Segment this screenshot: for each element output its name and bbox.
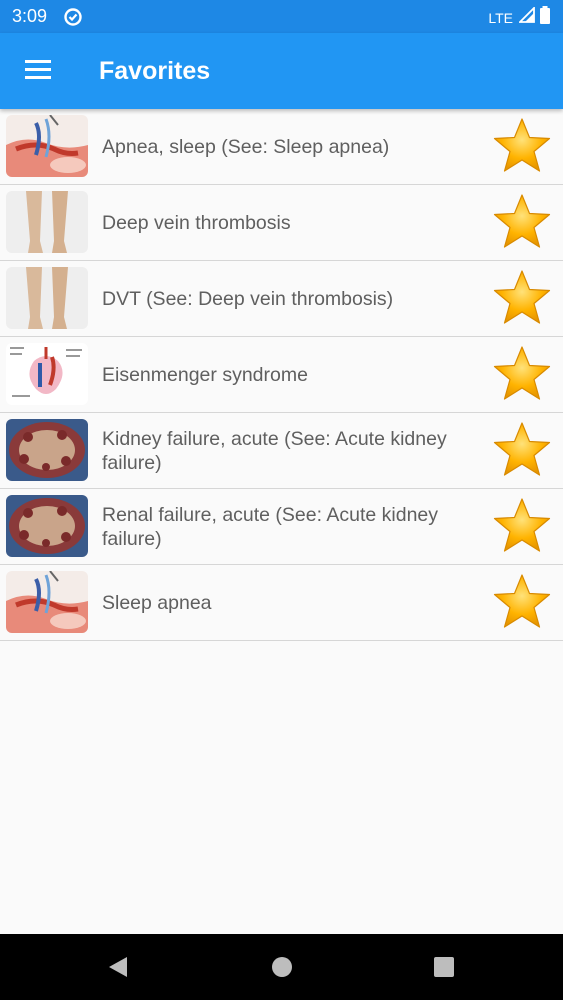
favorite-label: Apnea, sleep (See: Sleep apnea) [102, 135, 390, 158]
list-item[interactable]: Kidney failure, acute (See: Acute kidney… [0, 413, 563, 489]
back-icon[interactable] [107, 955, 129, 984]
favorites-list: Apnea, sleep (See: Sleep apnea) Deep vei… [0, 109, 563, 641]
signal-icon [517, 5, 535, 28]
network-type: LTE [488, 9, 513, 26]
sleep-apnea-thumbnail [6, 571, 88, 633]
star-icon[interactable] [491, 496, 553, 558]
favorite-label: DVT (See: Deep vein thrombosis) [102, 287, 394, 310]
star-icon[interactable] [491, 116, 553, 178]
list-item[interactable]: Deep vein thrombosis [0, 185, 563, 261]
list-item[interactable]: Sleep apnea [0, 565, 563, 641]
sleep-apnea-thumbnail [6, 115, 88, 177]
list-item[interactable]: DVT (See: Deep vein thrombosis) [0, 261, 563, 337]
favorite-label: Deep vein thrombosis [102, 211, 291, 234]
favorite-label: Sleep apnea [102, 591, 212, 614]
legs-thumbnail [6, 267, 88, 329]
kidney-thumbnail [6, 419, 88, 481]
list-item[interactable]: Eisenmenger syndrome [0, 337, 563, 413]
system-nav-bar [0, 934, 563, 1000]
battery-icon [539, 6, 551, 29]
legs-thumbnail [6, 191, 88, 253]
page-title: Favorites [99, 57, 211, 85]
star-icon[interactable] [491, 344, 553, 406]
heart-diagram-thumbnail [6, 343, 88, 405]
favorite-label: Renal failure, acute (See: Acute kidney … [102, 503, 439, 550]
list-item[interactable]: Apnea, sleep (See: Sleep apnea) [0, 109, 563, 185]
star-icon[interactable] [491, 420, 553, 482]
star-icon[interactable] [491, 192, 553, 254]
home-icon[interactable] [271, 955, 293, 984]
status-bar: 3:09 LTE [0, 0, 563, 33]
star-icon[interactable] [491, 572, 553, 634]
hamburger-menu-icon[interactable] [25, 60, 51, 80]
list-item[interactable]: Renal failure, acute (See: Acute kidney … [0, 489, 563, 565]
star-icon[interactable] [491, 268, 553, 330]
app-bar: Favorites [0, 33, 563, 109]
favorite-label: Eisenmenger syndrome [102, 363, 308, 386]
recents-icon[interactable] [433, 955, 455, 984]
kidney-thumbnail [6, 495, 88, 557]
favorite-label: Kidney failure, acute (See: Acute kidney… [102, 427, 447, 474]
status-time: 3:09 [12, 6, 48, 26]
data-saver-icon [63, 7, 83, 32]
